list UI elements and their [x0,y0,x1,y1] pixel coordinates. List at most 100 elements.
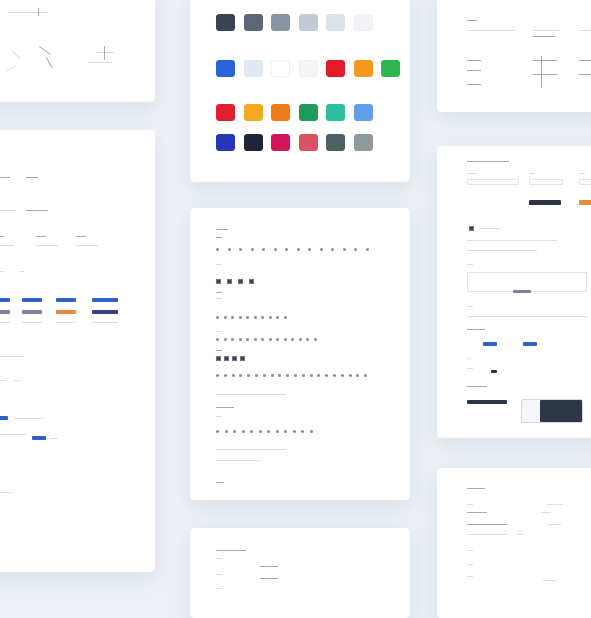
divider [26,177,38,178]
primary-button[interactable] [523,342,537,346]
card-right-top [437,0,591,112]
bullet-icon [223,374,227,377]
divider [467,173,477,174]
divider [22,322,42,323]
divider [467,504,473,505]
bullet-icon [246,338,249,341]
divider [216,574,222,575]
color-swatch [353,14,373,31]
divider [543,580,557,581]
primary-button[interactable] [483,342,497,346]
bullet-icon [267,430,270,433]
bullet-icon [231,374,235,377]
dark-panel[interactable] [521,399,583,423]
bullet-icon [216,248,219,251]
secondary-button[interactable] [22,310,42,314]
bullet-icon [309,430,313,433]
bullet-icon [319,248,323,251]
bullet-icon [333,374,336,377]
textarea[interactable] [467,272,587,292]
divider [260,578,278,579]
divider [467,488,485,489]
bullet-icon [239,248,242,251]
divider [216,460,260,461]
divider [216,331,222,332]
divider [96,52,114,53]
divider [467,60,481,61]
color-swatch [298,14,318,31]
divider [467,250,537,251]
color-swatch [326,104,345,121]
color-swatch [353,104,373,121]
divider [579,30,591,31]
divider [467,240,557,241]
color-swatch [353,134,373,151]
bullet-icon [261,316,264,319]
bullet-icon [340,374,344,377]
secondary-button[interactable] [513,290,531,293]
divider [467,70,481,71]
bullet-icon [284,430,287,433]
divider [216,264,222,265]
divider [541,512,551,513]
check-icon[interactable] [469,226,474,231]
divider [216,550,246,551]
divider [0,492,12,493]
check-icon [249,279,254,284]
divider [38,46,52,55]
primary-button[interactable] [32,436,46,440]
text-field[interactable] [529,179,563,185]
check-icon [216,279,221,284]
divider [541,56,542,88]
text-field[interactable] [467,179,519,185]
bullet-icon [342,248,346,251]
secondary-button[interactable] [92,310,118,314]
bullet-icon [283,338,287,341]
primary-button[interactable] [92,298,118,302]
warning-button[interactable] [579,200,591,205]
divider [216,588,222,589]
divider [0,236,4,237]
primary-button[interactable] [0,416,8,420]
card-typography [190,208,410,500]
text-field[interactable] [579,179,591,185]
bullet-icon [224,430,228,433]
divider [92,322,118,323]
check-icon [232,356,237,361]
bullet-icon [223,338,227,341]
divider [547,504,563,505]
primary-button[interactable] [22,298,42,302]
divider [467,576,473,577]
card-colors [190,0,410,182]
bullet-icon [231,316,234,319]
bullet-icon [354,248,357,251]
color-swatch [353,60,373,77]
bullet-icon [216,430,219,433]
toggle-icon[interactable] [491,370,497,373]
divider [533,74,557,75]
dark-button[interactable] [467,400,507,404]
bullet-icon [268,338,272,341]
primary-button[interactable] [56,298,76,302]
divider [467,316,587,317]
primary-button[interactable] [0,298,10,302]
bullet-icon [301,430,304,433]
divider [467,386,487,387]
color-swatch [243,104,263,121]
divider [467,534,507,535]
bullet-icon [365,248,369,251]
bullet-icon [241,430,245,433]
bullet-icon [278,374,282,377]
secondary-button[interactable] [0,310,10,314]
bullet-icon [313,338,317,341]
divider [467,550,473,551]
warning-button[interactable] [56,310,76,314]
divider [0,271,4,272]
bullet-icon [276,316,279,319]
divider [36,245,58,246]
bullet-icon [331,248,334,251]
bullet-icon [356,374,360,377]
bullet-icon [250,430,253,433]
bullet-icon [262,248,265,251]
dark-button[interactable] [529,200,561,205]
